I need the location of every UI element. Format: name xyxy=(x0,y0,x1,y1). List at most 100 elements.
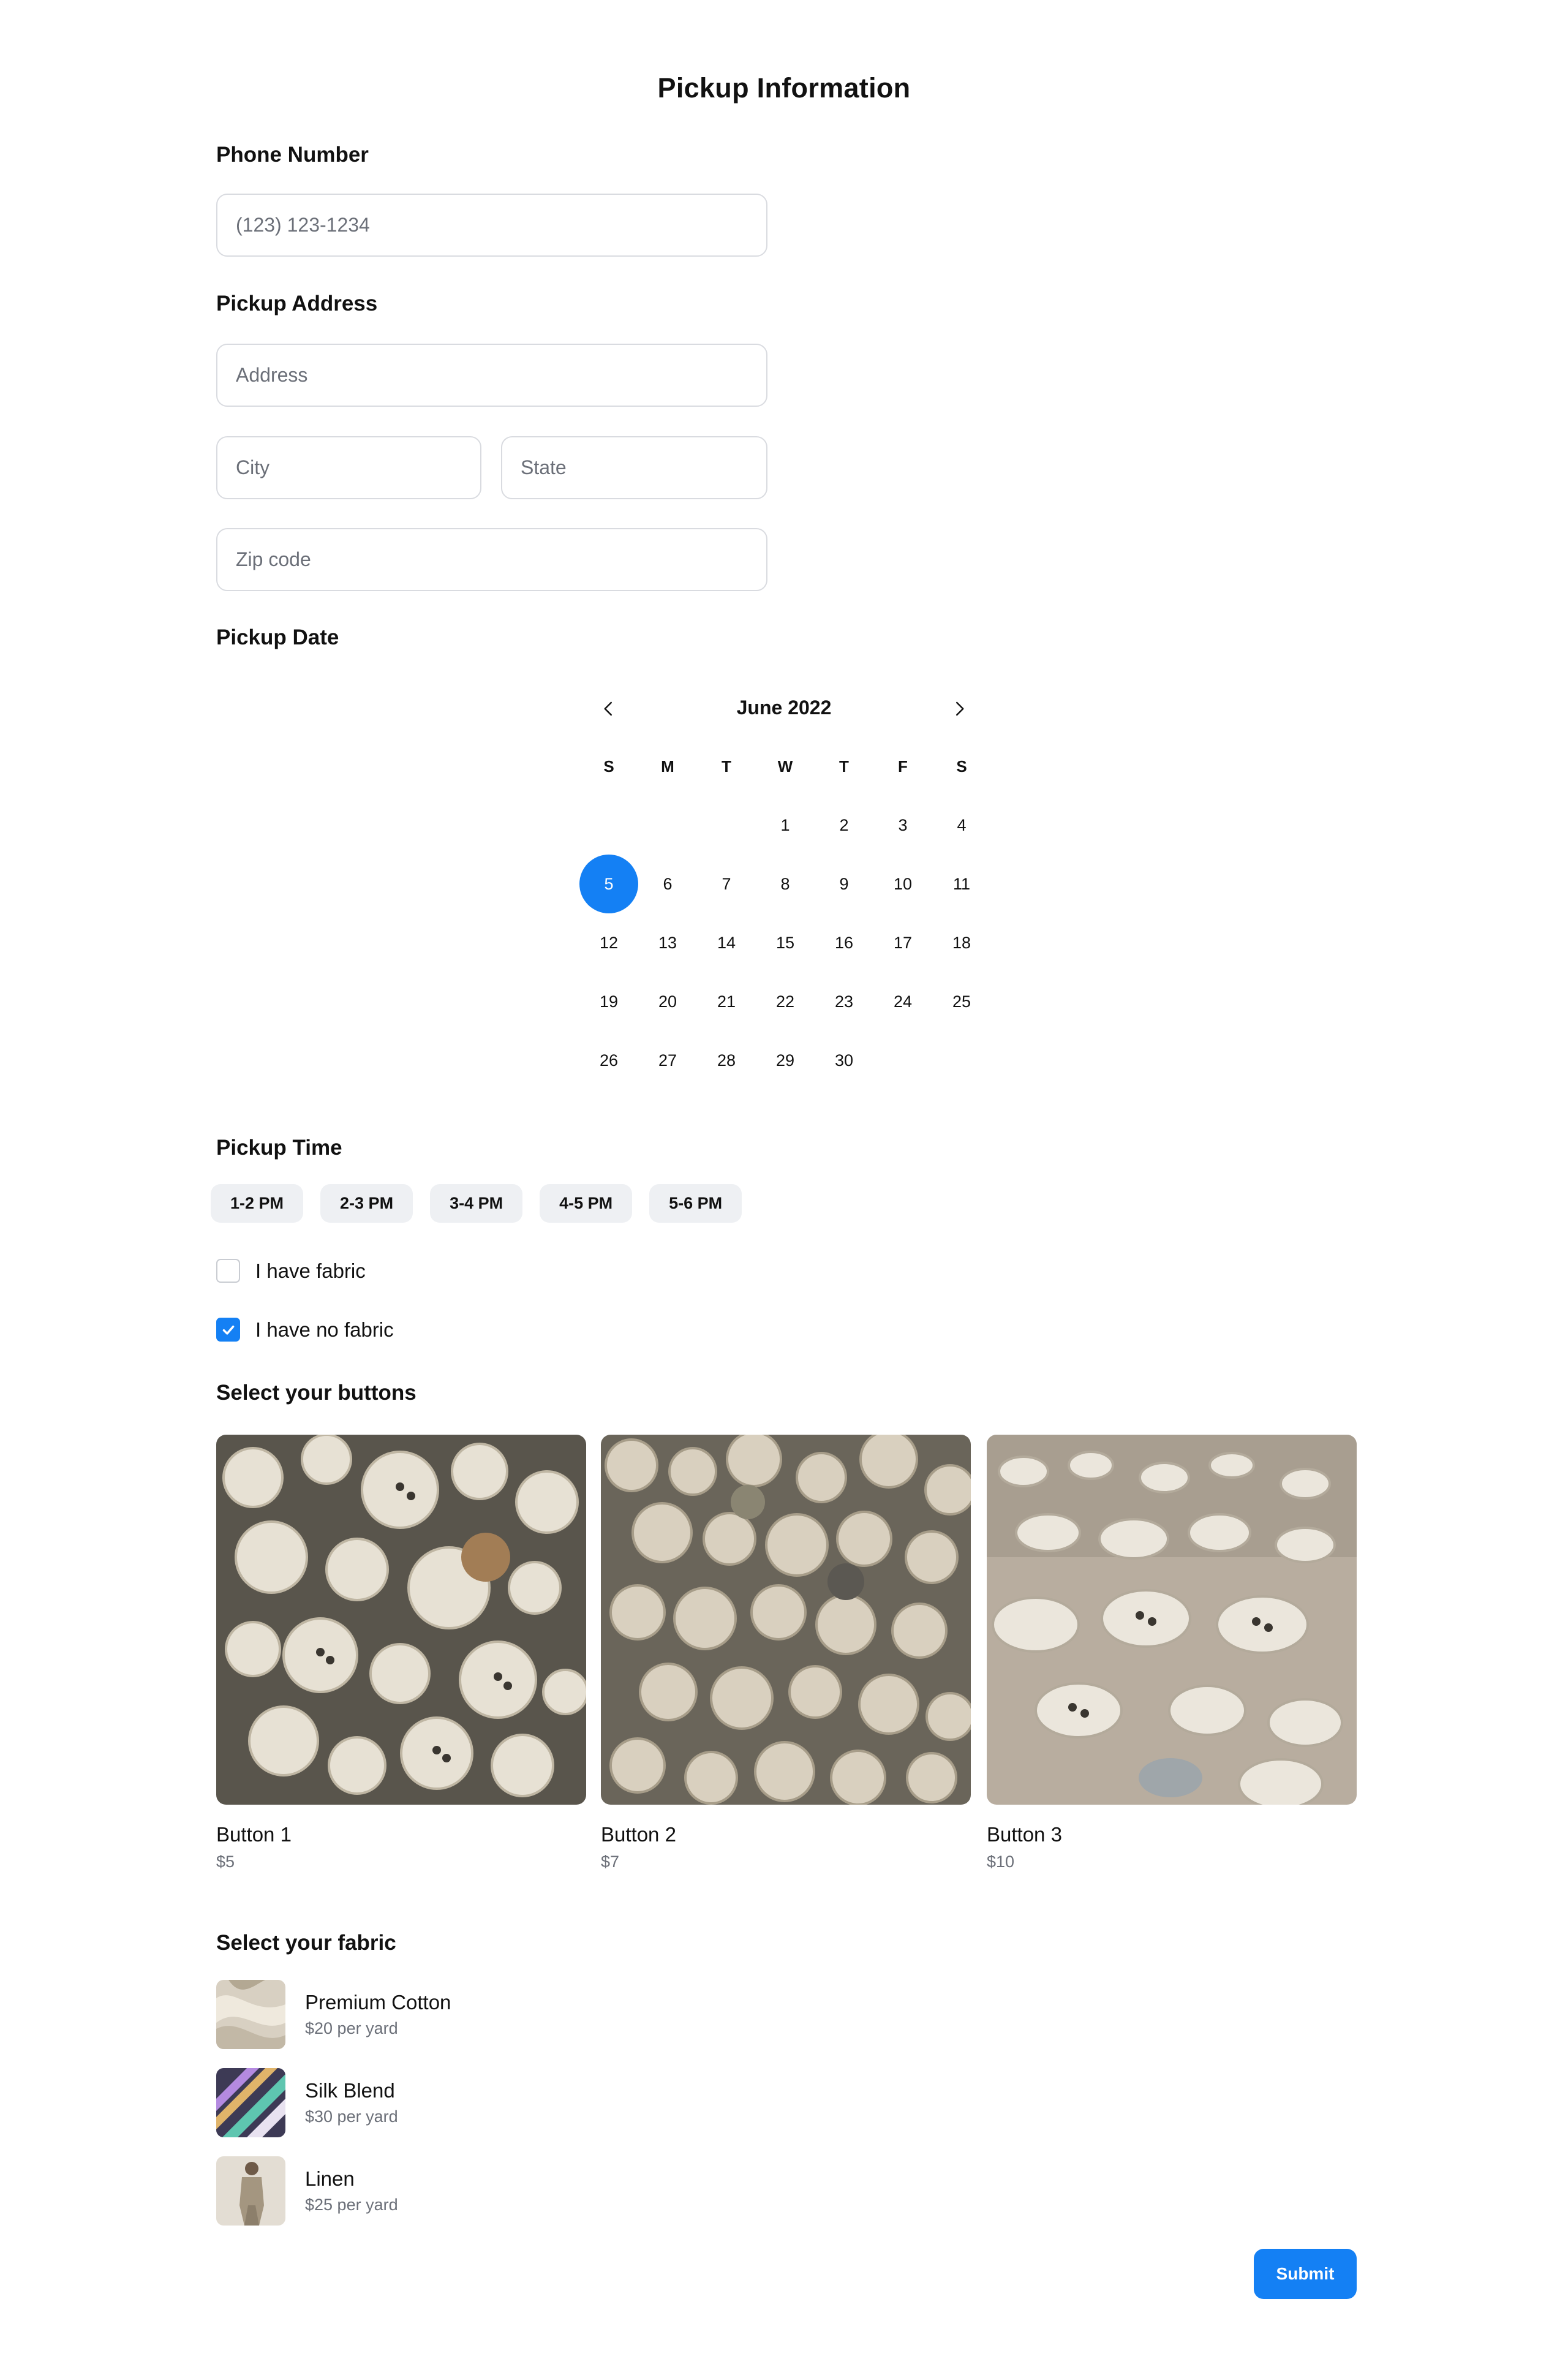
fabrics-label: Select your fabric xyxy=(216,1931,396,1955)
calendar-day[interactable]: 13 xyxy=(638,913,697,972)
buttons-label: Select your buttons xyxy=(216,1381,417,1405)
no-fabric-checkbox[interactable] xyxy=(216,1318,240,1342)
have-fabric-checkbox[interactable] xyxy=(216,1259,240,1283)
button-card[interactable]: Button 2 $7 xyxy=(601,1435,971,1871)
time-slot-button[interactable]: 5-6 PM xyxy=(649,1184,742,1223)
phone-field-box xyxy=(216,194,767,257)
calendar-day[interactable]: 19 xyxy=(579,972,638,1031)
time-label: Pickup Time xyxy=(216,1136,342,1160)
chevron-right-icon xyxy=(956,701,964,716)
address-input[interactable] xyxy=(236,364,766,387)
calendar: June 2022 S M T W T F S 1 2 3 4 5 6 7 8 … xyxy=(579,682,989,1090)
calendar-day[interactable]: 29 xyxy=(756,1031,815,1090)
weekday-label: T xyxy=(722,757,731,776)
button-card[interactable]: Button 3 $10 xyxy=(987,1435,1357,1871)
fabric-price: $20 per yard xyxy=(305,2019,398,2037)
calendar-day[interactable]: 18 xyxy=(932,913,991,972)
calendar-day[interactable]: 4 xyxy=(932,796,991,855)
button-name: Button 3 xyxy=(987,1823,1062,1846)
fabric-name: Linen xyxy=(305,2167,355,2190)
fabric-option[interactable]: Linen $25 per yard xyxy=(216,2156,398,2226)
calendar-day[interactable]: 7 xyxy=(697,855,756,913)
button-price: $7 xyxy=(601,1852,620,1871)
fabric-price: $30 per yard xyxy=(305,2107,398,2126)
city-input[interactable] xyxy=(236,456,480,479)
page-title: Pickup Information xyxy=(657,72,911,104)
time-slot-group: 1-2 PM 2-3 PM 3-4 PM 4-5 PM 5-6 PM xyxy=(211,1184,742,1223)
time-slot-button[interactable]: 4-5 PM xyxy=(540,1184,633,1223)
calendar-day[interactable]: 25 xyxy=(932,972,991,1031)
calendar-day[interactable]: 12 xyxy=(579,913,638,972)
fabric-thumbnail xyxy=(216,2068,285,2137)
weekday-label: W xyxy=(777,757,793,776)
button-card[interactable]: Button 1 $5 xyxy=(216,1435,586,1871)
submit-button[interactable]: Submit xyxy=(1254,2249,1357,2299)
fabric-price: $25 per yard xyxy=(305,2196,398,2214)
fabric-name: Silk Blend xyxy=(305,2079,395,2102)
button-price: $10 xyxy=(987,1852,1015,1871)
calendar-header: June 2022 xyxy=(579,682,989,737)
weekday-label: M xyxy=(661,757,674,776)
button-image[interactable] xyxy=(987,1435,1357,1805)
fabric-text: Premium Cotton $20 per yard xyxy=(305,1991,451,2038)
calendar-blank xyxy=(638,796,697,855)
calendar-blank xyxy=(697,796,756,855)
weekday-label: F xyxy=(898,757,908,776)
city-field-box xyxy=(216,436,481,499)
calendar-blank xyxy=(579,796,638,855)
button-image[interactable] xyxy=(216,1435,586,1805)
time-slot-button[interactable]: 3-4 PM xyxy=(430,1184,523,1223)
calendar-day[interactable]: 6 xyxy=(638,855,697,913)
no-fabric-option[interactable]: I have no fabric xyxy=(216,1318,394,1342)
checkmark-icon xyxy=(222,1325,234,1335)
calendar-day[interactable]: 1 xyxy=(756,796,815,855)
have-fabric-label: I have fabric xyxy=(255,1259,366,1282)
state-input[interactable] xyxy=(521,456,766,479)
time-slot-button[interactable]: 2-3 PM xyxy=(320,1184,413,1223)
calendar-day[interactable]: 24 xyxy=(873,972,932,1031)
date-label: Pickup Date xyxy=(216,625,339,649)
calendar-day[interactable]: 23 xyxy=(815,972,873,1031)
no-fabric-label: I have no fabric xyxy=(255,1318,394,1341)
fabric-name: Premium Cotton xyxy=(305,1991,451,2014)
calendar-day[interactable]: 9 xyxy=(815,855,873,913)
fabric-option[interactable]: Premium Cotton $20 per yard xyxy=(216,1980,451,2049)
button-price: $5 xyxy=(216,1852,235,1871)
calendar-day[interactable]: 22 xyxy=(756,972,815,1031)
calendar-day[interactable]: 16 xyxy=(815,913,873,972)
calendar-month-label: June 2022 xyxy=(736,697,832,719)
pickup-form: Pickup Information Phone Number Pickup A… xyxy=(0,0,1568,2356)
fabric-text: Silk Blend $30 per yard xyxy=(305,2079,398,2126)
calendar-day[interactable]: 30 xyxy=(815,1031,873,1090)
calendar-day-selected[interactable]: 5 xyxy=(579,855,638,913)
time-slot-button[interactable]: 1-2 PM xyxy=(211,1184,304,1223)
phone-label: Phone Number xyxy=(216,143,369,167)
calendar-day[interactable]: 28 xyxy=(697,1031,756,1090)
fabric-thumbnail xyxy=(216,2156,285,2226)
have-fabric-option[interactable]: I have fabric xyxy=(216,1259,366,1283)
state-field-box xyxy=(501,436,767,499)
button-image[interactable] xyxy=(601,1435,971,1805)
calendar-day[interactable]: 10 xyxy=(873,855,932,913)
calendar-day[interactable]: 14 xyxy=(697,913,756,972)
calendar-grid: S M T W T F S 1 2 3 4 5 6 7 8 9 10 11 12… xyxy=(579,737,989,1090)
calendar-day[interactable]: 8 xyxy=(756,855,815,913)
address-field-box xyxy=(216,344,767,407)
button-name: Button 1 xyxy=(216,1823,292,1846)
fabric-option[interactable]: Silk Blend $30 per yard xyxy=(216,2068,398,2137)
calendar-day[interactable]: 21 xyxy=(697,972,756,1031)
calendar-day[interactable]: 2 xyxy=(815,796,873,855)
zip-input[interactable] xyxy=(236,548,766,571)
fabric-thumbnail xyxy=(216,1980,285,2049)
weekday-label: S xyxy=(603,757,614,776)
next-month-button[interactable] xyxy=(941,690,978,727)
calendar-day[interactable]: 20 xyxy=(638,972,697,1031)
calendar-day[interactable]: 17 xyxy=(873,913,932,972)
calendar-day[interactable]: 11 xyxy=(932,855,991,913)
phone-input[interactable] xyxy=(236,214,766,236)
calendar-day[interactable]: 27 xyxy=(638,1031,697,1090)
button-name: Button 2 xyxy=(601,1823,676,1846)
calendar-day[interactable]: 26 xyxy=(579,1031,638,1090)
calendar-day[interactable]: 3 xyxy=(873,796,932,855)
calendar-day[interactable]: 15 xyxy=(756,913,815,972)
